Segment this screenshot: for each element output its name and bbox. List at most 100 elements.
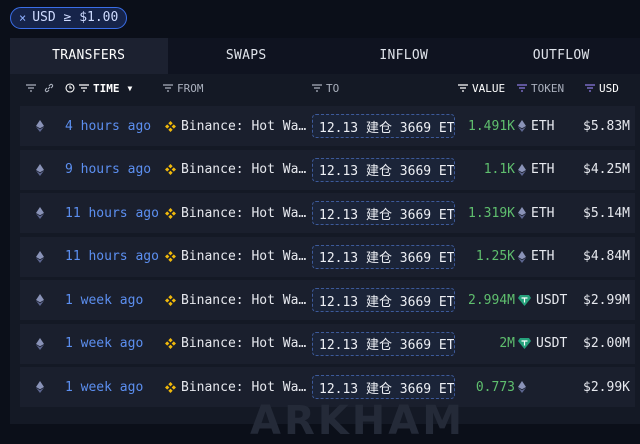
binance-icon [165,295,176,306]
table-row[interactable]: 1 week ago Binance: Hot Wa… 12.13 建仓 3669 … [20,324,635,364]
table-row[interactable]: 11 hours ago Binance: Hot Wa… 12.13 建仓 366… [20,237,635,277]
watermark: ARKHAM [250,398,465,444]
to-address[interactable]: 12.13 建仓 3669 ETH… [312,288,455,312]
ethereum-icon [518,164,526,176]
from-entity-label: Binance: Hot Wa… [181,249,306,264]
transfer-time-link[interactable]: 11 hours ago [65,193,159,233]
from-entity-label: Binance: Hot Wa… [181,119,306,134]
table-row[interactable]: 1 week ago Binance: Hot Wa… 12.13 建仓 3669 … [20,280,635,320]
to-address[interactable]: 12.13 建仓 3669 ETH… [312,158,455,182]
table-row[interactable]: 9 hours ago Binance: Hot Wa… 12.13 建仓 3669… [20,150,635,190]
usd-header-label: USD [599,82,619,95]
tab-outflow[interactable]: OUTFLOW [483,38,640,74]
binance-icon [165,121,176,132]
ethereum-icon [518,120,526,132]
transfer-value: 1.25K [460,237,515,277]
usd-value: $2.00M [575,324,630,364]
from-entity-label: Binance: Hot Wa… [181,380,306,395]
transfer-value: 1.491K [460,106,515,146]
transfer-value: 1.1K [460,150,515,190]
filter-icon[interactable] [585,84,595,92]
ethereum-icon [518,251,526,263]
transfer-time-link[interactable]: 1 week ago [65,324,143,364]
to-address[interactable]: 12.13 建仓 3669 ETH… [312,201,455,225]
to-address[interactable]: 12.13 建仓 3669 ETH… [312,332,455,356]
to-entity-label: 12.13 建仓 3669 ETH… [319,247,455,266]
to-address[interactable]: 12.13 建仓 3669 ETH… [312,375,455,399]
filter-icon[interactable] [26,84,36,92]
filter-icon[interactable] [312,84,322,92]
binance-icon [165,382,176,393]
time-header-label: TIME [93,82,120,95]
binance-icon [165,164,176,175]
from-header-label: FROM [177,82,204,95]
token-cell[interactable]: ETH [518,237,554,277]
usd-value: $4.25M [575,150,630,190]
table-row[interactable]: 11 hours agoBinance: Hot Wa… 12.13 建仓 366… [20,193,635,233]
from-address[interactable]: Binance: Hot Wa… [165,324,310,364]
value-column-header[interactable]: VALUE [458,74,505,102]
token-cell[interactable]: ETH [518,150,554,190]
token-cell[interactable]: USDT [518,280,567,320]
token-cell[interactable] [518,367,531,407]
ethereum-icon [518,207,526,219]
to-entity-label: 12.13 建仓 3669 ETH… [319,117,455,136]
token-symbol: ETH [531,206,554,221]
token-column-header[interactable]: TOKEN [517,74,564,102]
filter-icon[interactable] [163,84,173,92]
from-address[interactable]: Binance: Hot Wa… [165,106,310,146]
time-column-header[interactable]: TIME ▼ [65,74,132,102]
token-cell[interactable]: ETH [518,193,554,233]
to-address[interactable]: 12.13 建仓 3669 ETH… [312,114,455,138]
from-address[interactable]: Binance: Hot Wa… [165,150,310,190]
sort-desc-icon[interactable]: ▼ [128,84,133,93]
clock-icon [65,83,75,93]
transfer-time-link[interactable]: 4 hours ago [65,106,151,146]
from-entity-label: Binance: Hot Wa… [181,293,306,308]
tab-inflow[interactable]: INFLOW [325,38,483,74]
transfer-time-link[interactable]: 1 week ago [65,367,143,407]
chain-ethereum-icon [36,324,44,364]
transfer-time-link[interactable]: 9 hours ago [65,150,151,190]
usd-value: $5.14M [575,193,630,233]
transfer-value: 2.994M [460,280,515,320]
to-header-label: TO [326,82,339,95]
tab-swaps[interactable]: SWAPS [168,38,326,74]
token-symbol: ETH [531,249,554,264]
table-row[interactable]: 4 hours ago Binance: Hot Wa… 12.13 建仓 3669… [20,106,635,146]
filter-icon[interactable] [517,84,527,92]
from-address[interactable]: Binance: Hot Wa… [165,280,310,320]
filter-icon[interactable] [79,84,89,92]
remove-filter-icon[interactable]: × [19,7,26,29]
to-column-header[interactable]: TO [312,74,339,102]
chain-ethereum-icon [36,280,44,320]
usd-column-header[interactable]: USD [585,74,619,102]
token-cell[interactable]: ETH [518,106,554,146]
from-address[interactable]: Binance: Hot Wa… [165,237,310,277]
usd-value: $4.84M [575,237,630,277]
chain-ethereum-icon [36,237,44,277]
to-address[interactable]: 12.13 建仓 3669 ETH… [312,245,455,269]
transfer-tabs: TRANSFERS SWAPS INFLOW OUTFLOW [10,38,640,74]
token-header-label: TOKEN [531,82,564,95]
link-icon[interactable] [44,83,54,93]
tether-icon [518,338,531,349]
transfer-value: 0.773 [460,367,515,407]
value-header-label: VALUE [472,82,505,95]
tab-transfers[interactable]: TRANSFERS [10,38,168,74]
from-entity-label: Binance: Hot Wa… [181,336,306,351]
chain-ethereum-icon [36,193,44,233]
to-entity-label: 12.13 建仓 3669 ETH… [319,204,455,223]
transfer-time-link[interactable]: 1 week ago [65,280,143,320]
filter-icon[interactable] [458,84,468,92]
from-column-header[interactable]: FROM [163,74,204,102]
from-address[interactable]: Binance: Hot Wa… [165,193,310,233]
token-symbol: ETH [531,162,554,177]
usd-filter-chip[interactable]: × USD ≥ $1.00 [10,7,127,29]
to-entity-label: 12.13 建仓 3669 ETH… [319,291,455,310]
token-symbol: USDT [536,336,567,351]
transfer-time-link[interactable]: 11 hours ago [65,237,159,277]
token-cell[interactable]: USDT [518,324,567,364]
chain-filter[interactable] [26,74,54,102]
from-entity-label: Binance: Hot Wa… [181,162,306,177]
